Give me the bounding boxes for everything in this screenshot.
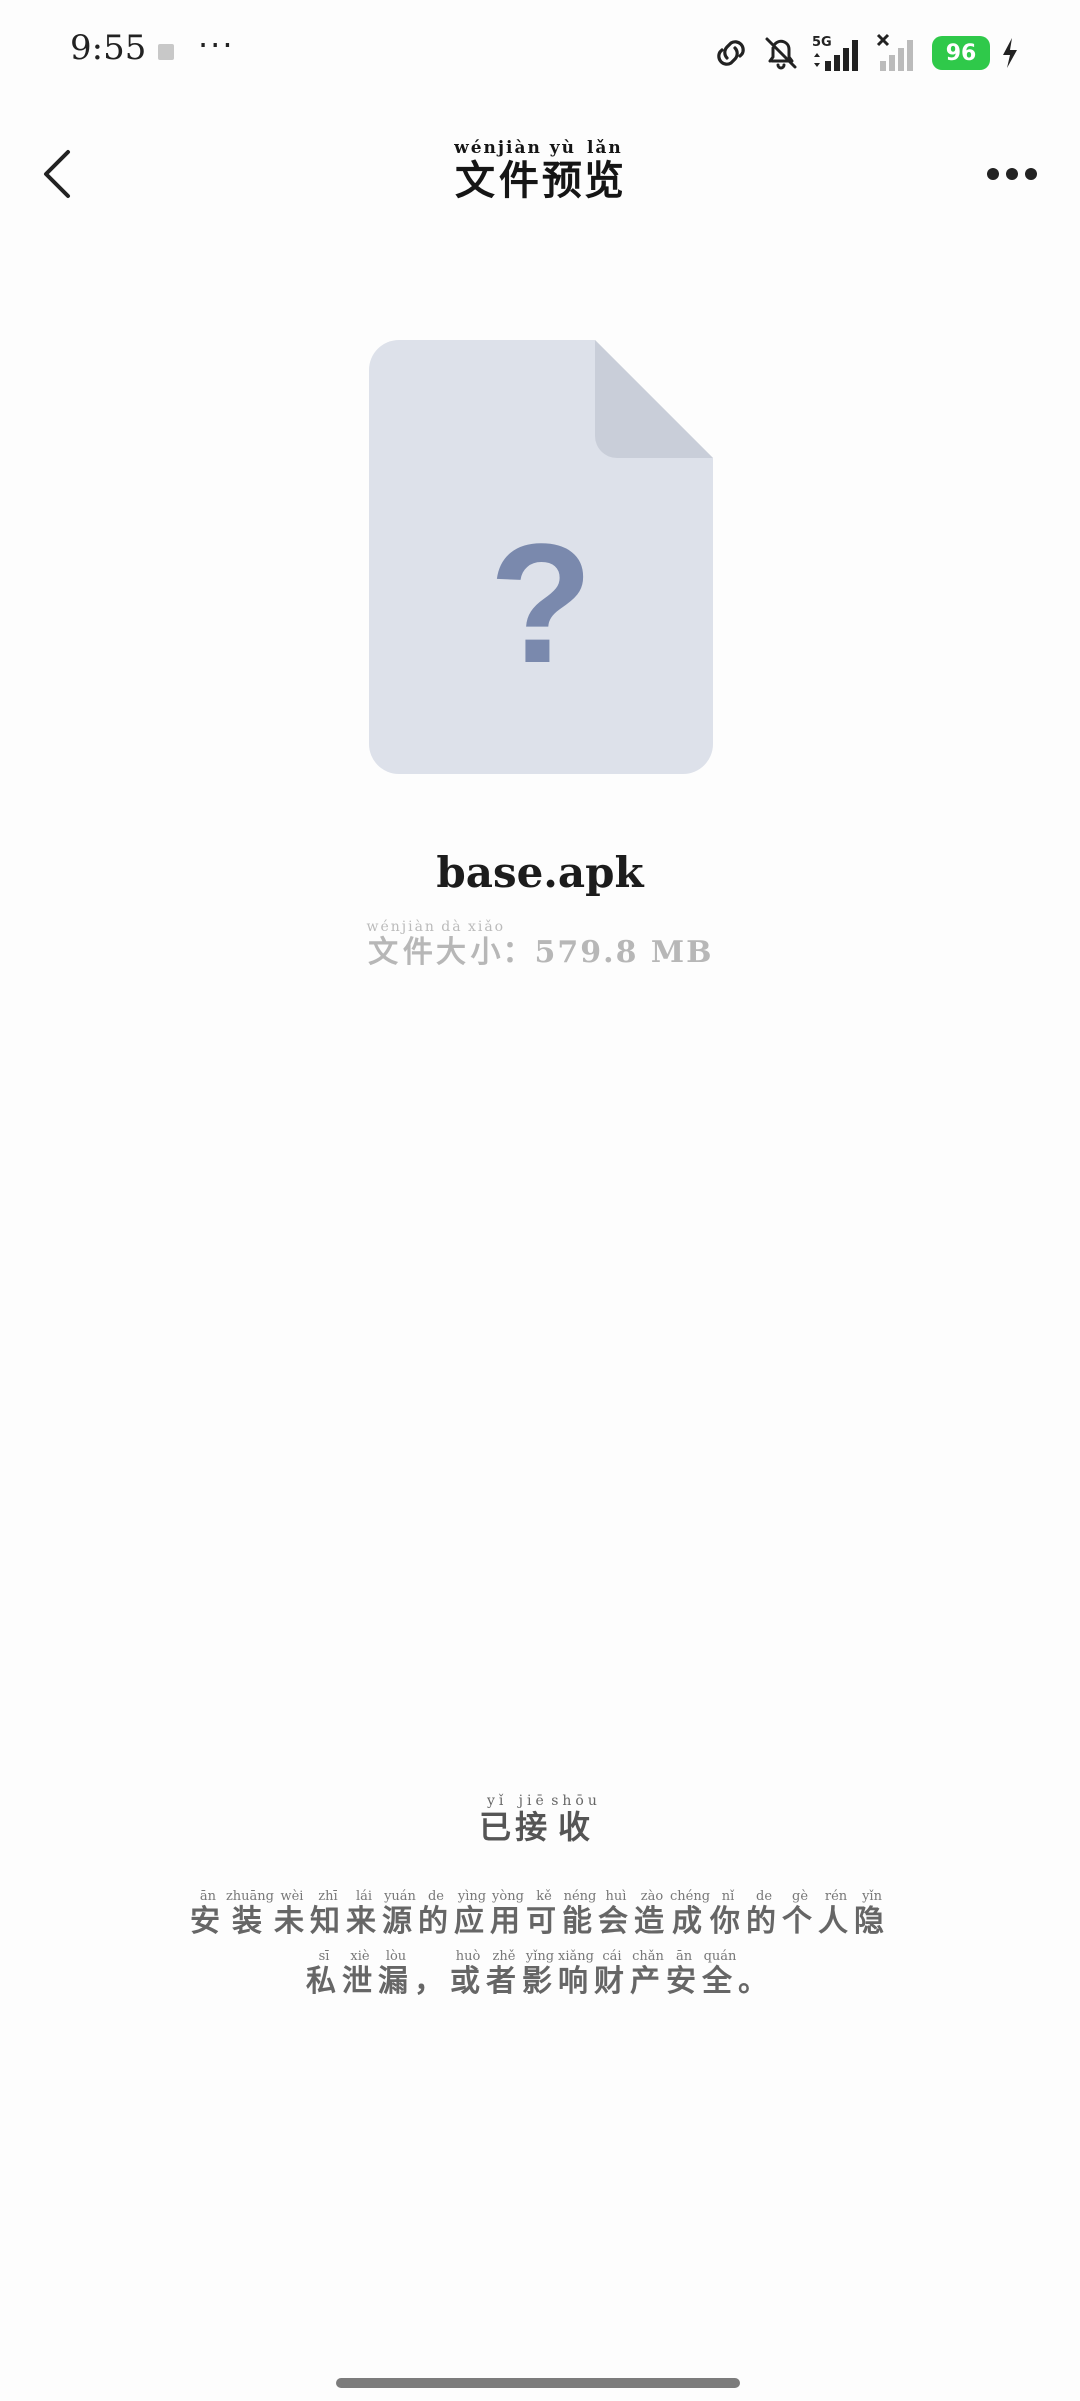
file-size-value: ：579.8 MB xyxy=(502,935,714,970)
charging-icon xyxy=(1003,38,1017,68)
status-bar: 9:55 ··· 5G 96 xyxy=(0,0,1080,110)
warning-char: 者zhě xyxy=(486,1949,522,1999)
warning-line-1: 安ān装zhuāng未wèi知zhī来lái源yuán的de应yìng用yòng… xyxy=(150,1889,930,1950)
warning-char: 影yǐng xyxy=(522,1949,558,1999)
title-char: 览lǎn xyxy=(583,138,626,204)
warning-char: 响xiǎng xyxy=(558,1949,594,1999)
more-notifications-icon: ··· xyxy=(198,26,235,64)
warning-char: ， xyxy=(414,1964,450,1999)
warning-char: 可kě xyxy=(525,1889,562,1939)
warning-char: 安ān xyxy=(666,1949,702,1999)
warning-char: 漏lòu xyxy=(378,1949,414,1999)
warning-char: 个gè xyxy=(782,1889,819,1939)
network-type-label: 5G xyxy=(812,35,832,50)
warning-char: 源yuán xyxy=(381,1889,418,1939)
title-char: 件jiàn xyxy=(497,138,542,204)
warning-char: 知zhī xyxy=(309,1889,346,1939)
question-mark-symbol: ? xyxy=(489,509,593,699)
warning-char: 应yìng xyxy=(453,1889,490,1939)
title-char: 预yù xyxy=(541,138,584,204)
signal-5g-icon: 5G xyxy=(812,35,858,71)
home-indicator[interactable] xyxy=(336,2378,740,2388)
nav-bar: 文wén件jiàn预yù览lǎn xyxy=(0,120,1080,230)
warning-char: 隐yǐn xyxy=(854,1889,891,1939)
warning-char: 全quán xyxy=(702,1949,738,1999)
warning-char: 私sī xyxy=(306,1949,342,1999)
warning-char: 财cái xyxy=(594,1949,630,1999)
warning-char: 未wèi xyxy=(273,1889,310,1939)
received-status: 已yǐ接jiē收shōu xyxy=(479,1793,601,1846)
more-horizontal-icon xyxy=(987,168,1037,180)
battery-level: 96 xyxy=(945,40,977,66)
warning-char: 。 xyxy=(738,1964,774,1999)
bell-off-icon xyxy=(765,37,797,70)
battery-icon: 96 xyxy=(932,36,990,70)
warning-char: 装zhuāng xyxy=(225,1889,274,1939)
warning-char: 能néng xyxy=(561,1889,598,1939)
warning-char: 成chéng xyxy=(669,1889,711,1939)
unknown-file-icon: ? xyxy=(369,340,713,774)
warning-char: 安ān xyxy=(189,1889,226,1939)
signal-no-service-icon xyxy=(876,33,913,71)
warning-char: 人rén xyxy=(818,1889,855,1939)
warning-char: 泄xiè xyxy=(342,1949,378,1999)
warning-char: 来lái xyxy=(345,1889,382,1939)
warning-char: 用yòng xyxy=(489,1889,526,1939)
warning-char: 产chǎn xyxy=(630,1949,666,1999)
warning-char: 或huò xyxy=(450,1949,486,1999)
warning-char: 会huì xyxy=(597,1889,634,1939)
warning-char: 的de xyxy=(746,1889,783,1939)
status-icons: 5G 96 xyxy=(710,30,1020,76)
security-warning: 安ān装zhuāng未wèi知zhī来lái源yuán的de应yìng用yòng… xyxy=(150,1889,930,2010)
warning-char: 你nǐ xyxy=(710,1889,747,1939)
notification-square-icon xyxy=(158,44,174,60)
warning-char: 造zào xyxy=(633,1889,670,1939)
title-char: 文wén xyxy=(454,138,498,204)
warning-char: 的de xyxy=(417,1889,454,1939)
warning-line-2: 私sī泄xiè漏lòu，或huò者zhě影yǐng响xiǎng财cái产chǎn… xyxy=(150,1949,930,2010)
page-title: 文wén件jiàn预yù览lǎn xyxy=(0,138,1080,206)
status-time: 9:55 xyxy=(70,28,147,68)
file-name: base.apk xyxy=(436,848,644,897)
file-size: 文wén件jiàn大dà小xiǎo：579.8 MB xyxy=(366,919,714,970)
more-options-button[interactable] xyxy=(972,134,1052,214)
link-icon xyxy=(717,40,745,66)
